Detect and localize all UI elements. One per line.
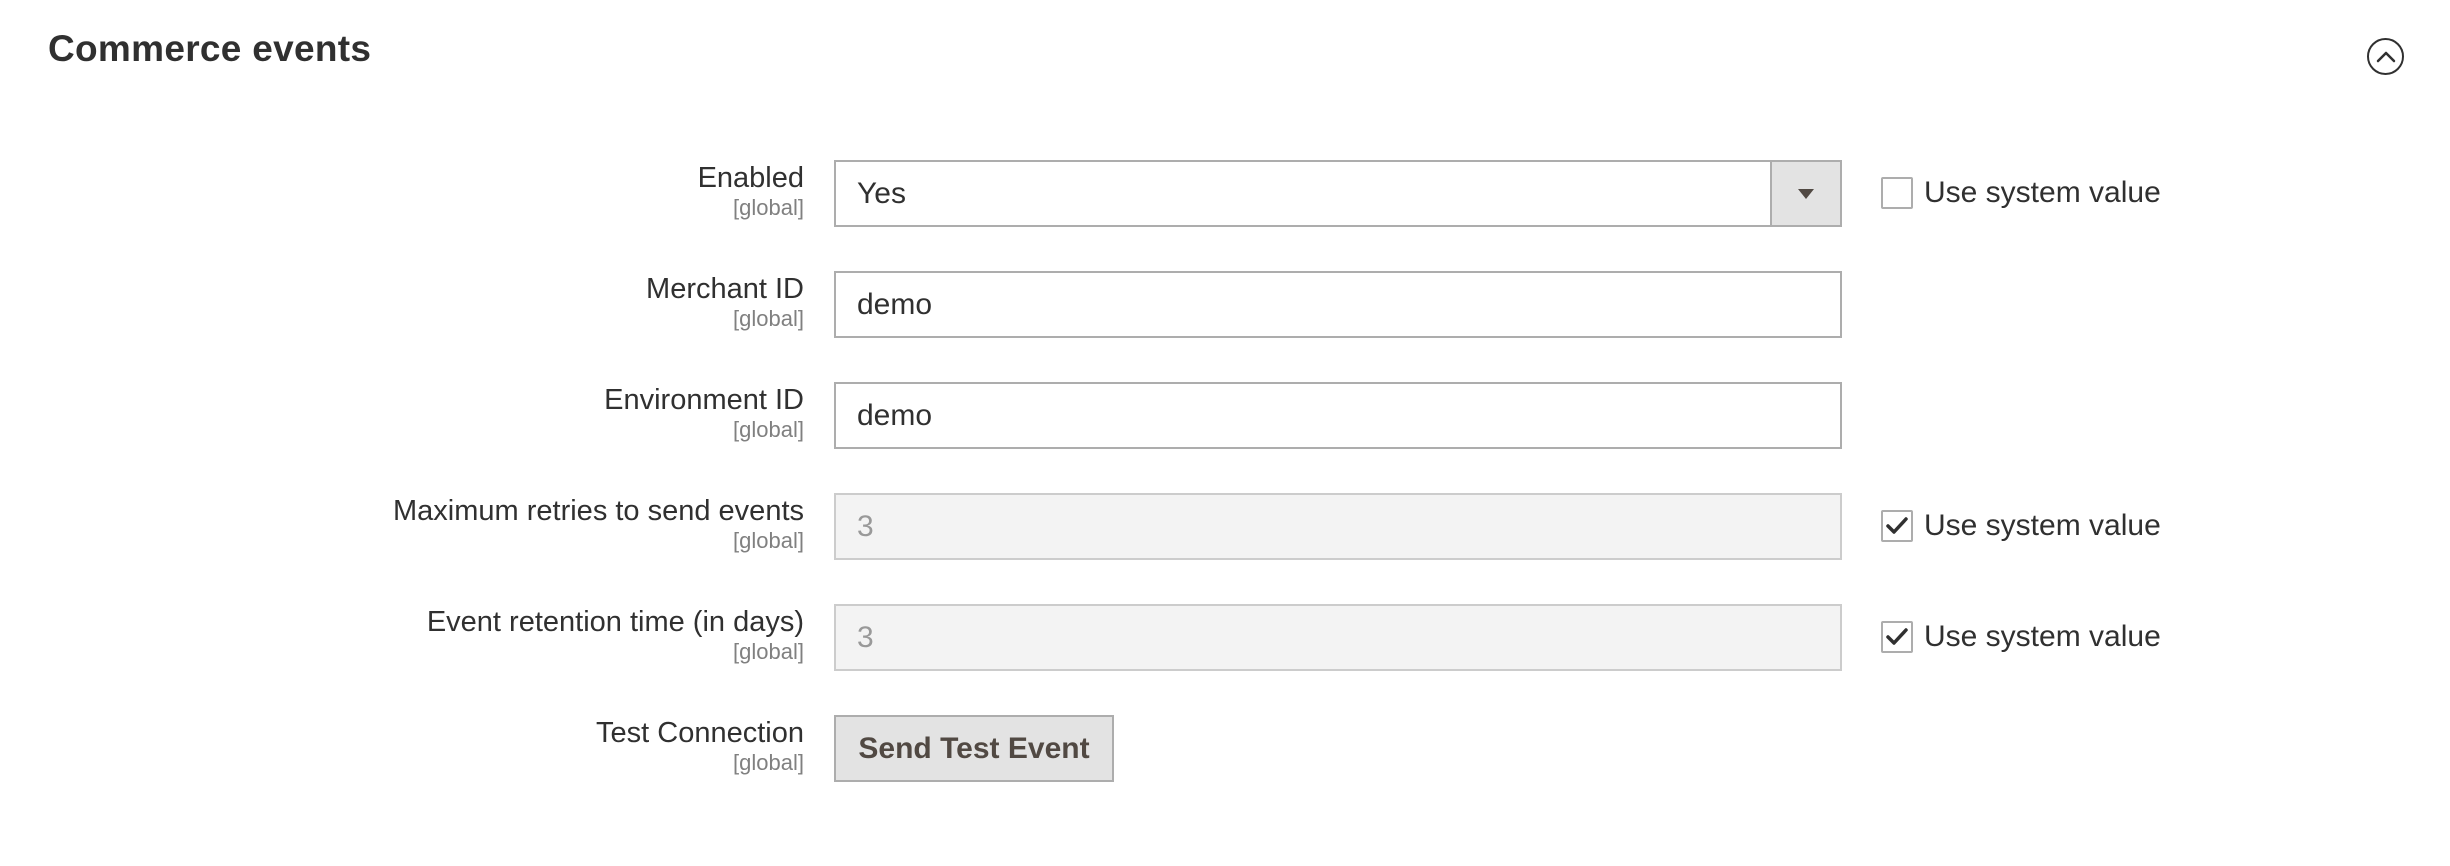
checkmark-icon	[1886, 628, 1908, 646]
field-label: Event retention time (in days)	[426, 606, 804, 638]
checkmark-icon	[1886, 517, 1908, 535]
checkbox-label: Use system value	[1924, 620, 2161, 653]
field-scope: [global]	[733, 528, 804, 553]
use-system-value-checkbox[interactable]	[1881, 621, 1913, 653]
field-row-environment-id: Environment ID [global] demo	[0, 382, 2450, 450]
field-scope: [global]	[733, 195, 804, 220]
send-test-event-button[interactable]: Send Test Event	[834, 715, 1114, 782]
field-label-group: Maximum retries to send events [global]	[393, 493, 804, 553]
field-label-group: Event retention time (in days) [global]	[427, 604, 804, 664]
field-scope: [global]	[733, 639, 804, 664]
input-value: 3	[857, 620, 874, 654]
use-system-value-checkbox[interactable]	[1881, 177, 1913, 209]
use-system-value-retention-time[interactable]: Use system value	[1881, 620, 2161, 654]
environment-id-input[interactable]: demo	[834, 382, 1842, 449]
section-title: Commerce events	[48, 28, 372, 69]
field-row-enabled: Enabled [global] Yes Use system value	[0, 160, 2450, 228]
merchant-id-input[interactable]: demo	[834, 271, 1842, 338]
input-value: demo	[857, 398, 933, 432]
field-label: Merchant ID	[646, 273, 804, 305]
field-row-max-retries: Maximum retries to send events [global] …	[0, 493, 2450, 561]
use-system-value-enabled[interactable]: Use system value	[1881, 176, 2161, 210]
field-scope: [global]	[733, 306, 804, 331]
retention-time-input[interactable]: 3	[834, 604, 1842, 671]
select-value: Yes	[857, 176, 906, 210]
max-retries-input[interactable]: 3	[834, 493, 1842, 560]
use-system-value-checkbox[interactable]	[1881, 510, 1913, 542]
checkbox-label: Use system value	[1924, 176, 2161, 209]
field-row-test-connection: Test Connection [global] Send Test Event	[0, 715, 2450, 783]
field-scope: [global]	[733, 750, 804, 775]
checkbox-label: Use system value	[1924, 509, 2161, 542]
field-label-group: Merchant ID [global]	[646, 271, 804, 331]
field-label: Maximum retries to send events	[393, 495, 804, 527]
enabled-select[interactable]: Yes	[834, 160, 1842, 227]
field-row-retention-time: Event retention time (in days) [global] …	[0, 604, 2450, 672]
field-label-group: Environment ID [global]	[604, 382, 804, 442]
caret-down-icon	[1798, 188, 1814, 199]
field-label-group: Enabled [global]	[698, 160, 804, 220]
field-scope: [global]	[733, 417, 804, 442]
field-label: Environment ID	[604, 384, 804, 416]
use-system-value-max-retries[interactable]: Use system value	[1881, 509, 2161, 543]
input-value: demo	[857, 287, 933, 321]
select-arrow-button[interactable]	[1770, 162, 1840, 225]
input-value: 3	[857, 509, 874, 543]
field-label: Test Connection	[596, 717, 804, 749]
collapse-section-button[interactable]	[2367, 38, 2404, 75]
chevron-up-icon	[2376, 51, 2396, 63]
field-label-group: Test Connection [global]	[596, 715, 804, 775]
field-label: Enabled	[697, 162, 804, 194]
field-row-merchant-id: Merchant ID [global] demo	[0, 271, 2450, 339]
